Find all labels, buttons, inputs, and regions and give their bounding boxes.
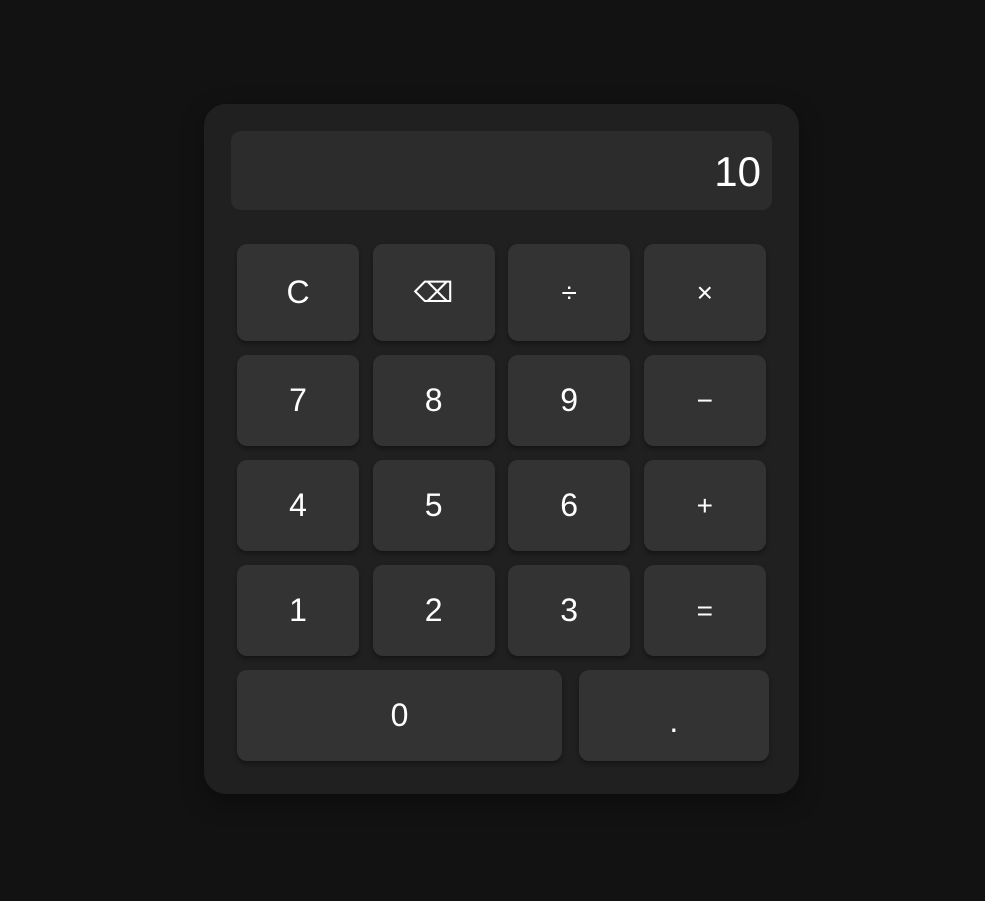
multiply-button[interactable]: × xyxy=(643,244,766,341)
eight-button[interactable]: 8 xyxy=(372,355,495,446)
display: 10 xyxy=(231,131,772,210)
keypad: C ⌫ ÷ × 7 8 9 − 4 5 6 + 1 2 3 = 0 . xyxy=(237,244,769,761)
decimal-button[interactable]: . xyxy=(578,670,769,761)
nine-button[interactable]: 9 xyxy=(508,355,631,446)
equals-button[interactable]: = xyxy=(643,565,766,656)
one-button[interactable]: 1 xyxy=(237,565,359,656)
calculator: 10 C ⌫ ÷ × 7 8 9 − 4 5 6 + 1 2 3 = 0 . xyxy=(204,104,799,794)
five-button[interactable]: 5 xyxy=(372,460,495,551)
subtract-button[interactable]: − xyxy=(643,355,766,446)
two-button[interactable]: 2 xyxy=(372,565,495,656)
seven-button[interactable]: 7 xyxy=(237,355,359,446)
backspace-button[interactable]: ⌫ xyxy=(372,244,495,341)
zero-button[interactable]: 0 xyxy=(237,670,562,761)
display-value: 10 xyxy=(714,147,761,195)
decimal-label: . xyxy=(669,703,679,739)
add-button[interactable]: + xyxy=(643,460,766,551)
clear-button[interactable]: C xyxy=(237,244,359,341)
four-button[interactable]: 4 xyxy=(237,460,359,551)
six-button[interactable]: 6 xyxy=(508,460,631,551)
divide-button[interactable]: ÷ xyxy=(508,244,631,341)
three-button[interactable]: 3 xyxy=(508,565,631,656)
